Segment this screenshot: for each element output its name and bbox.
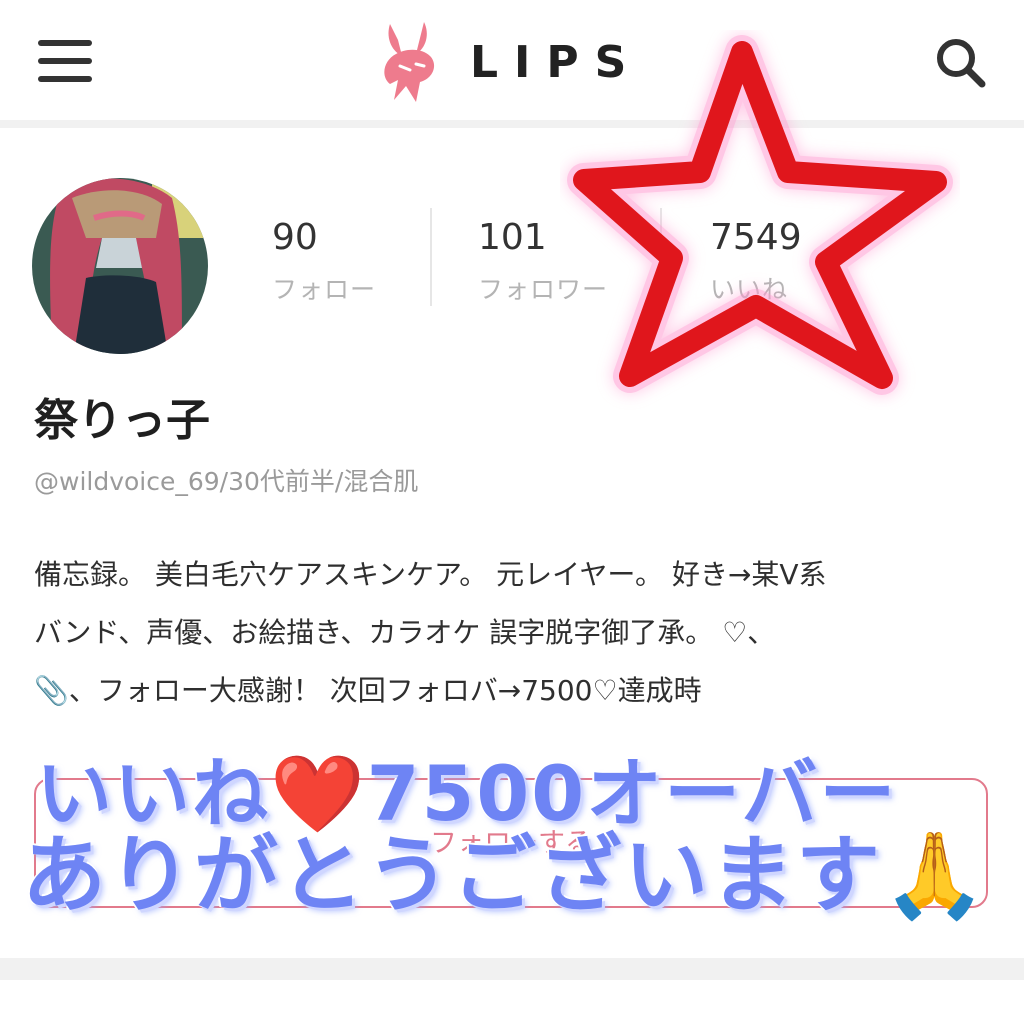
- stat-divider: [430, 208, 432, 306]
- section-divider: [0, 958, 1024, 980]
- likes-count: 7549: [710, 217, 802, 258]
- stat-following[interactable]: 90 フォロー: [272, 218, 376, 306]
- hamburger-menu-button[interactable]: [38, 38, 94, 84]
- user-handle-info: @wildvoice_69/30代前半/混合肌: [34, 467, 419, 496]
- avatar[interactable]: [32, 178, 208, 354]
- followers-count: 101: [478, 217, 547, 258]
- bio-line: 📎、フォロー大感謝！ 次回フォロバ→7500♡達成時: [34, 662, 994, 720]
- logo-text: LIPS: [470, 36, 643, 88]
- user-display-name: 祭りっ子: [34, 395, 210, 446]
- overlay-line2-text: ありがとうございます: [22, 826, 883, 924]
- app-header: LIPS: [0, 0, 1024, 128]
- menu-bar: [38, 40, 92, 46]
- avatar-photo: [32, 178, 208, 354]
- bio-line: バンド、声優、お絵描き、カラオケ 誤字脱字御了承。 ♡、: [34, 616, 776, 649]
- stat-divider: [660, 208, 662, 306]
- stat-followers[interactable]: 101 フォロワー: [478, 218, 608, 306]
- likes-label: いいね: [710, 275, 789, 304]
- overlay-text-line-2: ありがとうございます🙏: [22, 808, 989, 929]
- stat-likes[interactable]: 7549 いいね: [710, 218, 802, 306]
- menu-bar: [38, 76, 92, 82]
- following-count: 90: [272, 217, 318, 258]
- user-bio: 備忘録。 美白毛穴ケアスキンケア。 元レイヤー。 好き→某V系 バンド、声優、お…: [34, 546, 994, 720]
- bio-line: 備忘録。 美白毛穴ケアスキンケア。 元レイヤー。 好き→某V系: [34, 558, 827, 591]
- followers-label: フォロワー: [478, 275, 609, 304]
- menu-bar: [38, 58, 92, 64]
- following-label: フォロー: [272, 275, 377, 304]
- bio-line-text: 、フォロー大感謝！ 次回フォロバ→7500♡達成時: [68, 674, 702, 707]
- praying-hands-icon: 🙏: [882, 826, 989, 924]
- paperclip-icon: 📎: [34, 674, 69, 707]
- app-logo[interactable]: LIPS: [376, 20, 642, 104]
- search-button[interactable]: [932, 34, 988, 90]
- profile-page: LIPS 90 フォロー 101 フォロワー 7549 いいね 祭りっ子 @wi…: [0, 0, 1024, 1024]
- search-icon: [937, 39, 986, 88]
- rabbit-logo-icon: [384, 22, 435, 102]
